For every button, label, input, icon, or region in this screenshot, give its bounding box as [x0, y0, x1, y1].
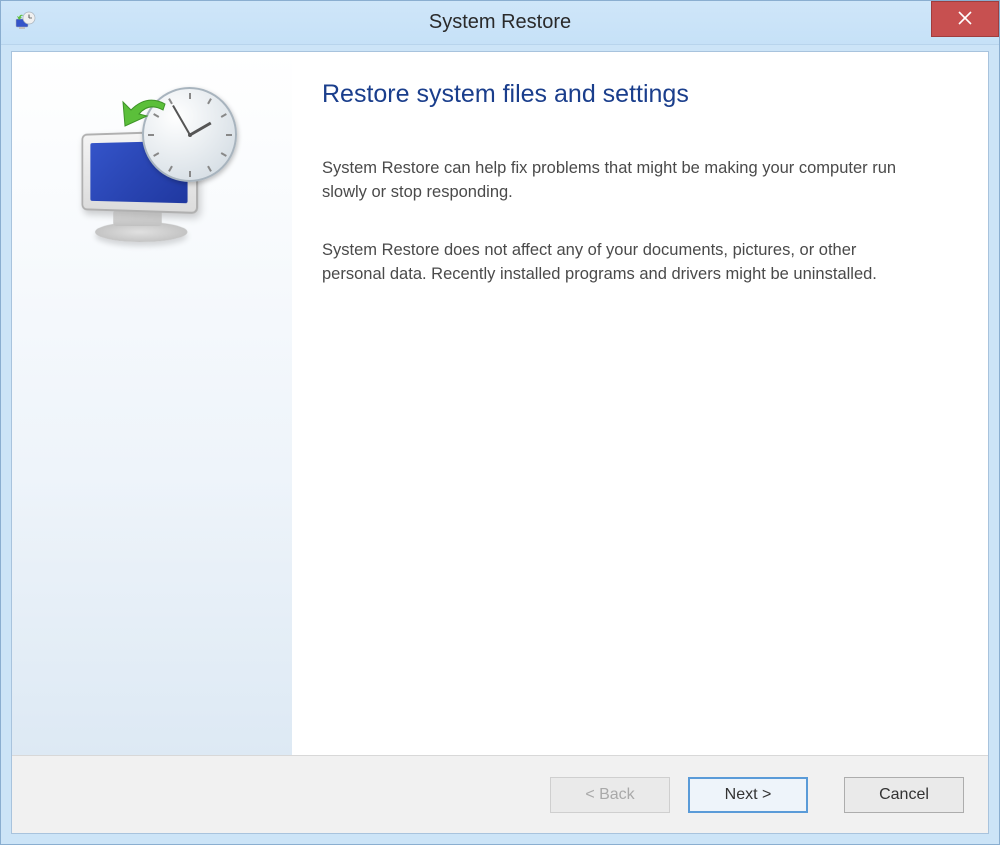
system-restore-window: System Restore — [0, 0, 1000, 845]
wizard-sidebar — [12, 52, 292, 755]
next-button[interactable]: Next > — [688, 777, 808, 813]
close-icon — [958, 9, 972, 30]
titlebar: System Restore — [1, 1, 999, 45]
intro-paragraph-2: System Restore does not affect any of yo… — [322, 239, 922, 287]
system-restore-icon — [13, 11, 37, 35]
page-heading: Restore system files and settings — [322, 80, 948, 109]
wizard-main: Restore system files and settings System… — [292, 52, 988, 755]
window-title: System Restore — [429, 11, 571, 34]
content-area: Restore system files and settings System… — [12, 52, 988, 755]
client-area: Restore system files and settings System… — [11, 51, 989, 834]
intro-paragraph-1: System Restore can help fix problems tha… — [322, 157, 922, 205]
back-button: < Back — [550, 777, 670, 813]
wizard-footer: < Back Next > Cancel — [12, 755, 988, 833]
cancel-button[interactable]: Cancel — [844, 777, 964, 813]
restore-graphic-icon — [67, 82, 237, 242]
close-button[interactable] — [931, 1, 999, 37]
